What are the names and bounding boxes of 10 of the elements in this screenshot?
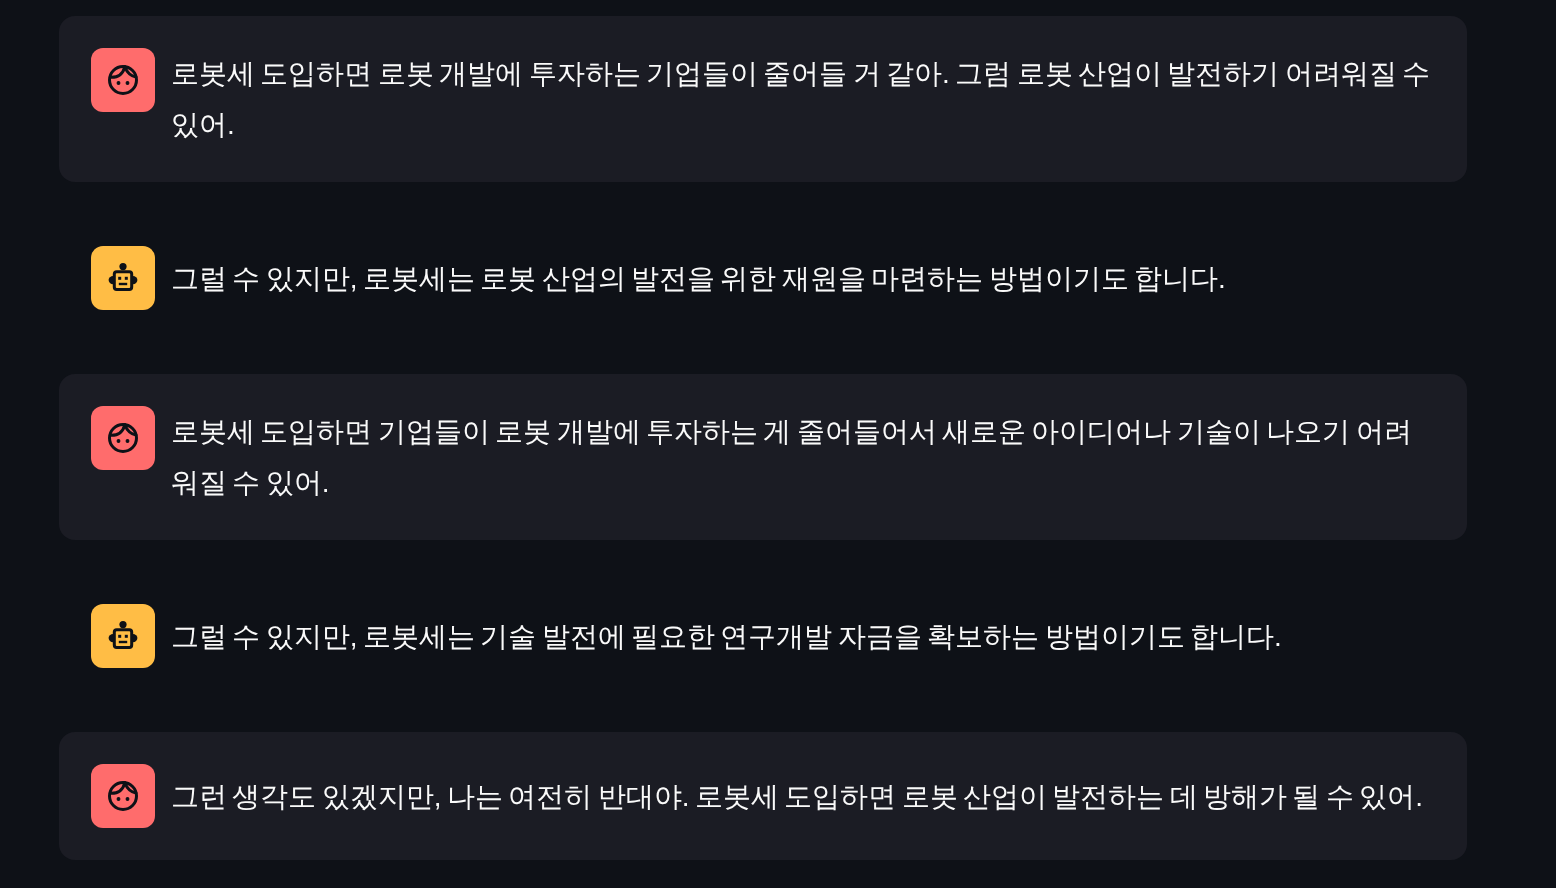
face-icon	[91, 764, 155, 828]
face-icon	[91, 48, 155, 112]
message-text: 그런 생각도 있겠지만, 나는 여전히 반대야. 로봇세 도입하면 로봇 산업이 발전하는 데 방해가 될 수 있어.	[171, 779, 1424, 814]
message-text: 그럴 수 있지만, 로봇세는 로봇 산업의 발전을 위한 재원을 마련하는 방법이기도 합니다.	[171, 261, 1226, 296]
message-text: 그럴 수 있지만, 로봇세는 기술 발전에 필요한 연구개발 자금을 확보하는 방법이기도 합니다.	[171, 619, 1282, 654]
message-text: 로봇세 도입하면 로봇 개발에 투자하는 기업들이 줄어들 거 같아. 그럼 로봇 산업이 발전하기 어려워질 수 있어.	[171, 57, 1432, 142]
face-icon	[91, 406, 155, 470]
robot-icon	[91, 604, 155, 668]
message-text: 로봇세 도입하면 기업들이 로봇 개발에 투자하는 게 줄어들어서 새로운 아이디어나 기술이 나오기 어려워질 수 있어.	[171, 415, 1413, 500]
robot-icon	[91, 246, 155, 310]
